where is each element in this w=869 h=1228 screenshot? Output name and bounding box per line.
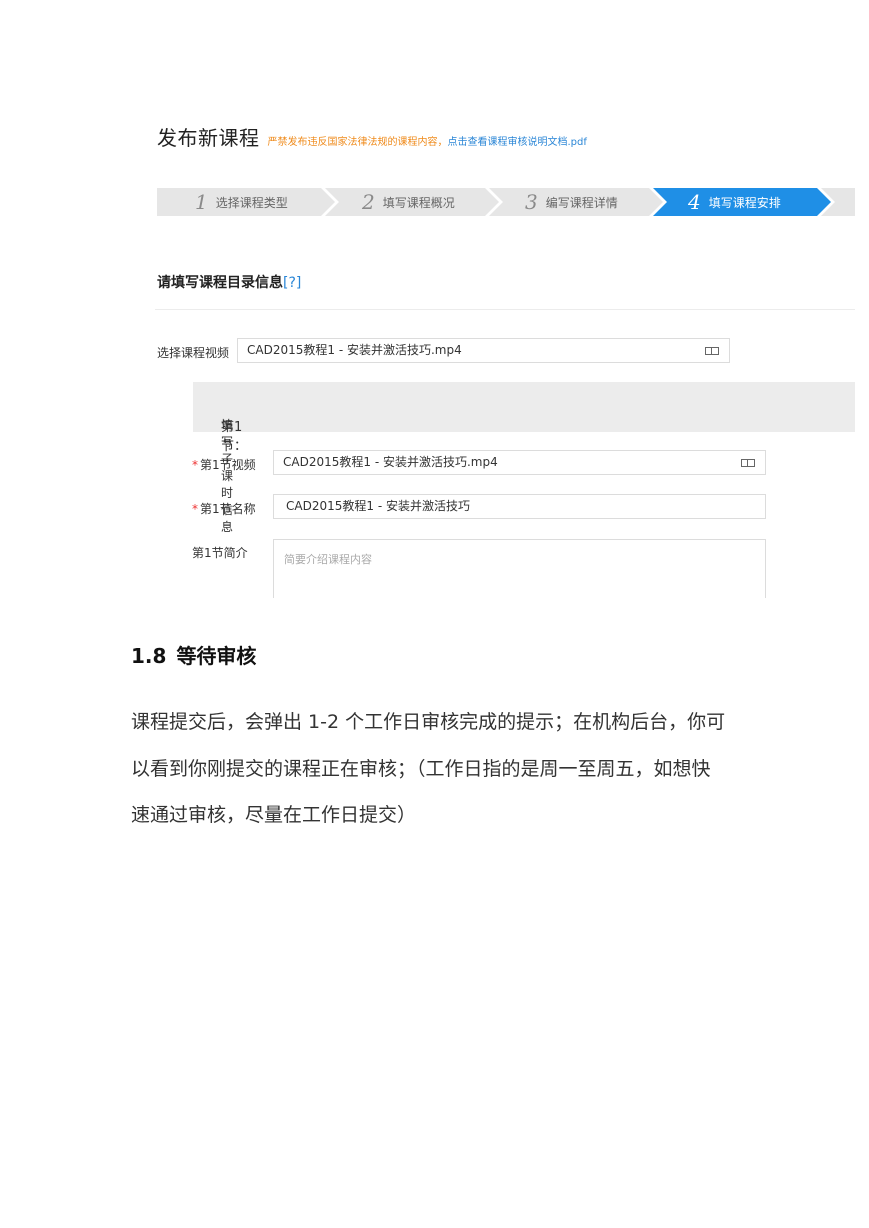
step-1-label: 选择课程类型 xyxy=(215,195,288,210)
catalog-title-text: 请填写课程目录信息 xyxy=(157,275,283,291)
step-4-active[interactable]: 4 填写课程安排 xyxy=(688,188,781,216)
step-1[interactable]: 1 选择课程类型 xyxy=(195,188,288,216)
step-3-number: 3 xyxy=(525,190,538,214)
legal-warning: 严禁发布违反国家法律法规的课程内容， xyxy=(267,137,448,148)
lesson-header-bar: 第1节： 填写子课时信息 xyxy=(193,382,855,534)
section-heading: 1.8 等待审核 xyxy=(131,640,256,669)
lesson-header-text: 填写子课时信息 xyxy=(221,418,234,534)
lesson-name-value: CAD2015教程1 - 安装并激活技巧 xyxy=(286,499,470,513)
step-4-number: 4 xyxy=(688,190,701,214)
select-video-label: 选择课程视频 xyxy=(157,346,230,360)
lesson-video-picker-icon[interactable] xyxy=(741,459,755,467)
lesson-video-label-text: 第1节视频 xyxy=(200,458,256,472)
video-picker-icon[interactable] xyxy=(705,347,719,355)
step-1-number: 1 xyxy=(195,190,208,214)
lesson-intro-label: 第1节简介 xyxy=(192,546,248,560)
catalog-section-title: 请填写课程目录信息[?] xyxy=(157,272,301,292)
embedded-screenshot: 发布新课程 严禁发布违反国家法律法规的课程内容， 点击查看课程审核说明文档.pd… xyxy=(155,110,855,598)
section-number: 1.8 xyxy=(131,644,167,668)
paragraph-line-1: 课程提交后，会弹出 1-2 个工作日审核完成的提示；在机构后台，你可 xyxy=(131,711,726,733)
paragraph-line-3: 速通过审核，尽量在工作日提交） xyxy=(131,804,417,826)
required-mark: * xyxy=(192,502,198,516)
lesson-name-label: * 第1节名称 xyxy=(192,500,256,517)
step-3-label: 编写课程详情 xyxy=(545,195,618,210)
step-2[interactable]: 2 填写课程概况 xyxy=(362,188,455,216)
lesson-intro-textarea[interactable]: 简要介绍课程内容 xyxy=(273,539,766,598)
lesson-intro-placeholder: 简要介绍课程内容 xyxy=(284,553,372,566)
publish-heading: 发布新课程 严禁发布违反国家法律法规的课程内容， 点击查看课程审核说明文档.pd… xyxy=(157,122,587,151)
step-3[interactable]: 3 编写课程详情 xyxy=(525,188,618,216)
section-title: 等待审核 xyxy=(176,644,257,668)
lesson-video-value: CAD2015教程1 - 安装并激活技巧.mp4 xyxy=(283,455,498,469)
step-4-label: 填写课程安排 xyxy=(708,195,781,210)
lesson-name-label-text: 第1节名称 xyxy=(200,502,256,516)
page-title: 发布新课程 xyxy=(157,126,260,150)
paragraph-line-2: 以看到你刚提交的课程正在审核；（工作日指的是周一至周五，如想快 xyxy=(131,758,711,780)
step-progress-bar: 1 选择课程类型 2 填写课程概况 3 编写课程详情 4 填写课程安排 xyxy=(157,188,855,216)
help-link[interactable]: [?] xyxy=(283,275,301,291)
document-page: 发布新课程 严禁发布违反国家法律法规的课程内容， 点击查看课程审核说明文档.pd… xyxy=(0,0,869,1228)
lesson-name-input[interactable]: CAD2015教程1 - 安装并激活技巧 xyxy=(273,494,766,519)
section-divider xyxy=(155,309,855,310)
lesson-video-label: * 第1节视频 xyxy=(192,456,256,473)
required-mark: * xyxy=(192,458,198,472)
step-2-label: 填写课程概况 xyxy=(382,195,455,210)
select-video-field[interactable]: CAD2015教程1 - 安装并激活技巧.mp4 xyxy=(237,338,730,363)
step-2-number: 2 xyxy=(362,190,375,214)
review-doc-link[interactable]: 点击查看课程审核说明文档.pdf xyxy=(448,133,587,148)
lesson-video-field[interactable]: CAD2015教程1 - 安装并激活技巧.mp4 xyxy=(273,450,766,475)
select-video-value: CAD2015教程1 - 安装并激活技巧.mp4 xyxy=(247,343,462,357)
